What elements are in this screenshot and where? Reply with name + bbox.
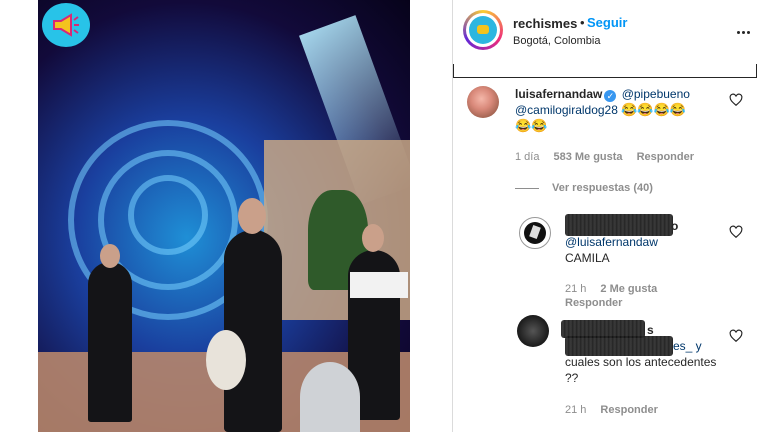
acoustic-guitar: [206, 330, 246, 390]
reply-username-visible[interactable]: o: [671, 219, 678, 233]
comment-meta: 1 día 583 Me gusta Responder: [515, 151, 708, 163]
verified-badge-icon: ✓: [604, 90, 617, 102]
profile-avatar[interactable]: [463, 10, 503, 50]
reply-body: s es_ y cuales son los antecedentes ??: [565, 322, 725, 386]
reply-time[interactable]: 21 h: [565, 283, 586, 295]
comment-emojis: 😂😂: [515, 118, 548, 133]
reply-mention[interactable]: es_ y: [673, 339, 702, 353]
reply-meta: 21 h 2 Me gusta: [565, 283, 671, 295]
comment-username[interactable]: luisafernandaw: [515, 87, 602, 101]
reply-text: cuales son los antecedentes ??: [565, 355, 717, 385]
view-replies-button[interactable]: Ver respuestas (40): [552, 182, 653, 194]
post-header: rechismes • Seguir Bogotá, Colombia: [453, 0, 768, 64]
separator-dot: •: [580, 15, 585, 30]
audience-member: [300, 362, 360, 432]
reply-button[interactable]: Responder: [637, 151, 694, 163]
singer-head: [238, 198, 266, 234]
reply-likes[interactable]: 2 Me gusta: [600, 283, 657, 295]
guitarist: [88, 262, 132, 422]
follow-button[interactable]: Seguir: [587, 15, 627, 30]
megaphone-icon: [42, 3, 90, 47]
comment-time[interactable]: 1 día: [515, 151, 539, 163]
comment-avatar[interactable]: [467, 86, 499, 118]
reply-mention[interactable]: @luisafernandaw: [565, 235, 658, 249]
reply-button[interactable]: Responder: [600, 404, 657, 416]
post-location[interactable]: Bogotá, Colombia: [513, 35, 600, 47]
reply-avatar[interactable]: [519, 217, 551, 249]
reply-avatar[interactable]: [517, 315, 549, 347]
stage-light-swirl: [128, 175, 208, 255]
heart-icon[interactable]: [729, 93, 743, 107]
comment-mention[interactable]: @pipebueno: [622, 87, 690, 101]
reply-text: CAMILA: [565, 251, 610, 265]
more-options-icon[interactable]: [733, 22, 753, 42]
post-username[interactable]: rechismes: [513, 16, 577, 31]
post-video[interactable]: [38, 0, 410, 432]
reply-body: o @luisafernandaw CAMILA: [565, 218, 725, 266]
replies-divider: [515, 188, 539, 189]
heart-icon[interactable]: [729, 329, 743, 343]
reply-username-visible[interactable]: s: [647, 323, 654, 337]
reply-meta: 21 h Responder: [565, 404, 672, 416]
caption-box-edge: [453, 64, 757, 78]
reply-time[interactable]: 21 h: [565, 404, 586, 416]
comment-mention[interactable]: @camilogiraldog28: [515, 103, 618, 117]
guitarist-head: [100, 244, 120, 268]
comment-likes[interactable]: 583 Me gusta: [553, 151, 622, 163]
post-sidebar: rechismes • Seguir Bogotá, Colombia luis…: [452, 0, 768, 432]
comment-body: luisafernandaw ✓ @pipebueno @camilogirald…: [515, 86, 735, 134]
heart-icon[interactable]: [729, 225, 743, 239]
comment-emojis: 😂😂😂😂: [621, 102, 686, 117]
music-stand: [350, 272, 408, 298]
reply-button[interactable]: Responder: [565, 297, 622, 309]
musician-head: [362, 224, 384, 252]
